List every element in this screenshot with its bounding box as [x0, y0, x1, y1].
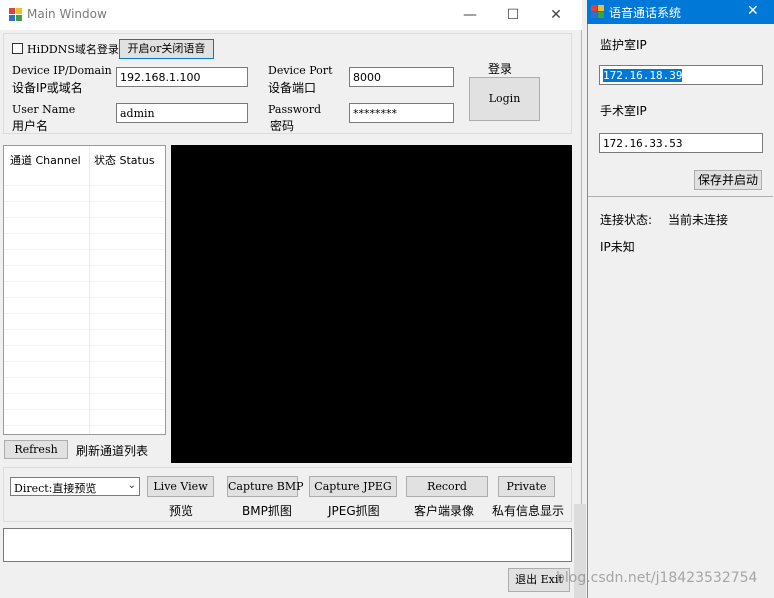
- capture-bmp-caption: BMP抓图: [242, 504, 292, 518]
- stream-mode-select[interactable]: Direct:直接预览 ⌄: [10, 477, 140, 496]
- password-input[interactable]: ********: [349, 103, 454, 123]
- record-button[interactable]: Record: [406, 476, 488, 497]
- log-textbox[interactable]: [3, 528, 572, 562]
- voice-app-icon: [591, 5, 604, 18]
- minimize-icon: —: [463, 7, 477, 23]
- chevron-down-icon: ⌄: [127, 480, 136, 491]
- connection-status-value: 当前未连接: [668, 213, 729, 227]
- ip-status-text: IP未知: [600, 240, 635, 254]
- capture-jpeg-button[interactable]: Capture JPEG: [309, 476, 397, 497]
- window-title: Main Window: [27, 7, 107, 21]
- close-button[interactable]: ✕: [533, 0, 579, 30]
- maximize-icon: ☐: [506, 7, 520, 23]
- capture-bmp-button[interactable]: Capture BMP: [227, 476, 304, 497]
- video-preview[interactable]: [171, 145, 572, 463]
- minimize-button[interactable]: —: [447, 0, 493, 30]
- monitor-ip-input[interactable]: 172.16.18.39: [599, 65, 763, 85]
- close-icon: ✕: [747, 3, 759, 19]
- maximize-button[interactable]: ☐: [490, 0, 536, 30]
- live-view-button[interactable]: Live View: [147, 476, 214, 497]
- login-button[interactable]: Login: [469, 77, 540, 121]
- private-caption: 私有信息显示: [492, 504, 565, 518]
- device-ip-input[interactable]: 192.168.1.100: [116, 67, 248, 87]
- channel-column-header[interactable]: 通道 Channel: [10, 152, 81, 168]
- record-caption: 客户端录像: [414, 504, 475, 518]
- connection-status-label: 连接状态:: [600, 213, 653, 227]
- surgery-ip-input[interactable]: 172.16.33.53: [599, 133, 763, 153]
- password-label-en: Password: [268, 103, 322, 116]
- device-port-label-cn: 设备端口: [268, 81, 317, 95]
- channel-list[interactable]: 通道 Channel 状态 Status: [3, 145, 166, 435]
- device-port-input[interactable]: 8000: [349, 67, 454, 87]
- divider: [588, 196, 773, 197]
- private-button[interactable]: Private: [498, 476, 555, 497]
- username-input[interactable]: admin: [116, 103, 248, 123]
- channel-list-rows: [4, 170, 165, 434]
- username-label-cn: 用户名: [12, 119, 49, 133]
- close-icon: ✕: [550, 7, 562, 23]
- surgery-ip-label: 手术室IP: [600, 104, 647, 118]
- voice-toggle-button[interactable]: 开启or关闭语音: [119, 39, 214, 59]
- login-caption: 登录: [488, 62, 513, 76]
- live-view-caption: 预览: [169, 504, 194, 518]
- refresh-caption: 刷新通道列表: [76, 444, 149, 458]
- monitor-ip-label: 监护室IP: [600, 38, 647, 52]
- app-icon: [9, 8, 22, 21]
- save-start-button[interactable]: 保存并启动: [694, 170, 762, 190]
- device-ip-label-en: Device IP/Domain: [12, 64, 112, 77]
- device-port-label-en: Device Port: [268, 64, 333, 77]
- watermark: blog.csdn.net/j18423532754: [556, 570, 758, 586]
- status-column-header[interactable]: 状态 Status: [94, 152, 155, 168]
- refresh-button[interactable]: Refresh: [4, 440, 68, 459]
- voice-window: [587, 0, 774, 598]
- password-label-cn: 密码: [270, 119, 295, 133]
- username-label-en: User Name: [12, 103, 76, 116]
- monitor-ip-value: 172.16.18.39: [603, 69, 683, 82]
- capture-jpeg-caption: JPEG抓图: [328, 504, 380, 518]
- voice-window-title: 语音通话系统: [609, 6, 682, 20]
- voice-close-button[interactable]: ✕: [747, 3, 759, 19]
- device-ip-label-cn: 设备IP或域名: [12, 81, 83, 95]
- stream-mode-value: Direct:直接预览: [14, 482, 97, 495]
- hiddns-checkbox[interactable]: [12, 43, 23, 54]
- hiddns-label: HiDDNS域名登录: [27, 43, 119, 56]
